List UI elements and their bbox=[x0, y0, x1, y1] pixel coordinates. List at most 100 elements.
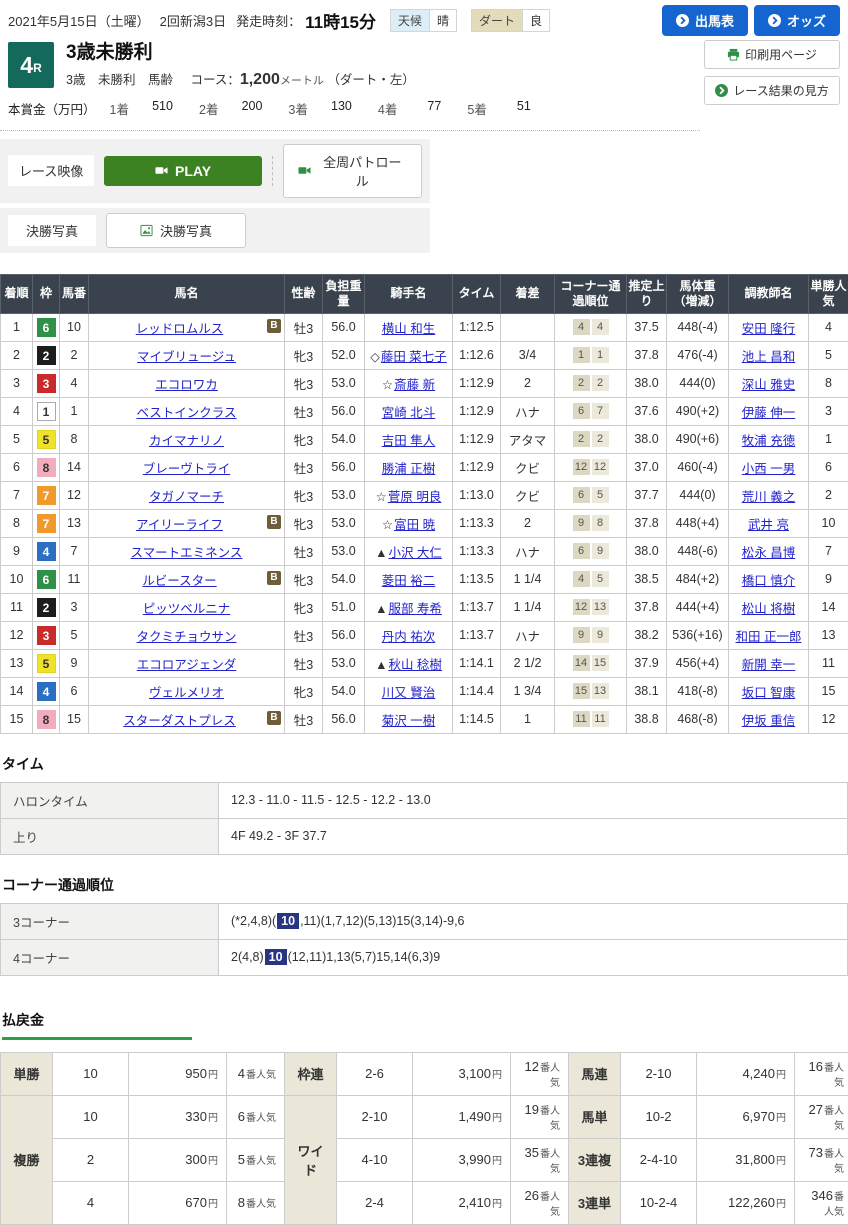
result-guide-button[interactable]: レース結果の見方 bbox=[704, 76, 840, 105]
result-row: 1610Bレッドロムルス牡356.0横山 和生1:12.54437.5448(-… bbox=[1, 313, 848, 341]
payout-popularity-value: 16 bbox=[809, 1059, 823, 1074]
horse-name-link[interactable]: マイブリュージュ bbox=[137, 350, 236, 364]
horse-name-link[interactable]: レッドロムルス bbox=[136, 322, 224, 336]
jockey-cell: ☆菅原 明良 bbox=[365, 481, 453, 509]
corner-3-chip: 4 bbox=[573, 571, 590, 587]
jockey-link[interactable]: 富田 暁 bbox=[394, 518, 435, 532]
horse-name-link[interactable]: アイリーライフ bbox=[136, 518, 223, 532]
payout-popularity: 6番人気 bbox=[227, 1095, 285, 1138]
trainer-link[interactable]: 池上 昌和 bbox=[742, 350, 795, 364]
odds-button[interactable]: オッズ bbox=[754, 5, 840, 36]
popularity-unit: 番人気 bbox=[540, 1106, 560, 1132]
trainer-link[interactable]: 和田 正一郎 bbox=[736, 630, 802, 644]
jockey-link[interactable]: 横山 和生 bbox=[382, 322, 435, 336]
jockey-link[interactable]: 菱田 裕二 bbox=[382, 574, 435, 588]
popularity-unit: 番人気 bbox=[246, 1156, 276, 1167]
bet-type-label: 馬単 bbox=[569, 1095, 621, 1138]
horse-name-link[interactable]: ヴェルメリオ bbox=[149, 686, 224, 700]
jockey-cell: ▲小沢 大仁 bbox=[365, 537, 453, 565]
trainer-link[interactable]: 武井 亮 bbox=[748, 518, 789, 532]
trainer-cell: 新開 幸一 bbox=[729, 649, 809, 677]
trainer-link[interactable]: 牧浦 充徳 bbox=[742, 434, 795, 448]
jockey-link[interactable]: 小沢 大仁 bbox=[388, 546, 441, 560]
corner-3-chip: 2 bbox=[573, 375, 590, 391]
trainer-link[interactable]: 小西 一男 bbox=[742, 462, 795, 476]
payout-popularity-value: 4 bbox=[238, 1066, 245, 1081]
result-row: 334エコロワカ牝353.0☆斎藤 新1:12.922238.0444(0)深山… bbox=[1, 369, 848, 397]
popularity-unit: 番人気 bbox=[824, 1106, 844, 1132]
jockey-link[interactable]: 吉田 隼人 bbox=[382, 434, 435, 448]
col-sex-age: 性齢 bbox=[285, 274, 323, 313]
result-row: 558カイマナリノ牝354.0吉田 隼人1:12.9アタマ2238.0490(+… bbox=[1, 425, 848, 453]
trainer-link[interactable]: 深山 雅史 bbox=[742, 378, 795, 392]
bet-type-label: 枠連 bbox=[285, 1052, 337, 1095]
jockey-link[interactable]: 藤田 菜七子 bbox=[381, 350, 447, 364]
jockey-link[interactable]: 丹内 祐次 bbox=[382, 630, 435, 644]
corner-order-cell: 69 bbox=[555, 537, 627, 565]
payout-row: 複勝10330円6番人気ワイド2-101,490円19番人気馬単10-26,97… bbox=[1, 1095, 848, 1138]
horse-name-link[interactable]: エコロワカ bbox=[155, 378, 218, 392]
photo-icon bbox=[140, 224, 153, 237]
horse-name-link[interactable]: スマートエミネンス bbox=[131, 546, 243, 560]
bracket-cell: 7 bbox=[33, 481, 60, 509]
win-popularity: 13 bbox=[809, 621, 848, 649]
horse-weight: 418(-8) bbox=[667, 677, 729, 705]
shutsuba-button[interactable]: 出馬表 bbox=[662, 5, 748, 36]
jockey-link[interactable]: 服部 寿希 bbox=[388, 602, 441, 616]
payout-popularity-value: 6 bbox=[238, 1109, 245, 1124]
trainer-link[interactable]: 坂口 智康 bbox=[742, 686, 795, 700]
horse-number: 8 bbox=[60, 425, 89, 453]
trainer-link[interactable]: 伊藤 伸一 bbox=[742, 406, 795, 420]
horse-name-link[interactable]: カイマナリノ bbox=[149, 434, 224, 448]
bracket-number: 6 bbox=[37, 570, 56, 589]
trainer-link[interactable]: 松永 昌博 bbox=[742, 546, 795, 560]
bracket-number: 8 bbox=[37, 710, 56, 729]
weight-carried: 56.0 bbox=[323, 621, 365, 649]
horse-name-link[interactable]: ピッツベルニナ bbox=[143, 602, 231, 616]
result-row: 947スマートエミネンス牡353.0▲小沢 大仁1:13.3ハナ6938.044… bbox=[1, 537, 848, 565]
play-button[interactable]: PLAY bbox=[104, 156, 261, 186]
prize-item: 5着51 bbox=[467, 99, 530, 118]
print-page-button[interactable]: 印刷用ページ bbox=[704, 40, 840, 69]
horse-name-link[interactable]: ベストインクラス bbox=[136, 406, 236, 420]
horse-name-link[interactable]: ブレーヴトライ bbox=[143, 462, 231, 476]
jockey-link[interactable]: 秋山 稔樹 bbox=[388, 658, 441, 672]
trainer-link[interactable]: 新開 幸一 bbox=[742, 658, 795, 672]
horse-name-link[interactable]: タクミチョウサン bbox=[136, 630, 236, 644]
payout-popularity: 5番人気 bbox=[227, 1138, 285, 1181]
trainer-link[interactable]: 橋口 慎介 bbox=[742, 574, 795, 588]
course-distance: 1,200 bbox=[240, 71, 280, 88]
jockey-cell: 勝浦 正樹 bbox=[365, 453, 453, 481]
col-jockey: 騎手名 bbox=[365, 274, 453, 313]
payout-combination: 2-4 bbox=[337, 1181, 413, 1224]
finish-position: 7 bbox=[1, 481, 33, 509]
jockey-cell: ▲秋山 稔樹 bbox=[365, 649, 453, 677]
jockey-link[interactable]: 川又 賢治 bbox=[382, 686, 435, 700]
horse-name-link[interactable]: タガノマーチ bbox=[149, 490, 224, 504]
horse-weight: 456(+4) bbox=[667, 649, 729, 677]
finish-position: 4 bbox=[1, 397, 33, 425]
win-popularity: 9 bbox=[809, 565, 848, 593]
jockey-link[interactable]: 勝浦 正樹 bbox=[382, 462, 435, 476]
jockey-link[interactable]: 宮崎 北斗 bbox=[382, 406, 435, 420]
horse-name-link[interactable]: スターダストプレス bbox=[123, 714, 236, 728]
patrol-video-button[interactable]: 全周パトロール bbox=[283, 144, 422, 198]
trainer-link[interactable]: 松山 将樹 bbox=[742, 602, 795, 616]
weight-carried: 53.0 bbox=[323, 649, 365, 677]
horse-name-link[interactable]: ルビースター bbox=[142, 574, 216, 588]
finish-photo-label: 決勝写真 bbox=[8, 215, 96, 246]
bracket-cell: 6 bbox=[33, 313, 60, 341]
race-date: 2021年5月15日（土曜） bbox=[8, 11, 150, 30]
trainer-link[interactable]: 荒川 義之 bbox=[742, 490, 795, 504]
jockey-cell: 菱田 裕二 bbox=[365, 565, 453, 593]
payout-combination: 2-10 bbox=[337, 1095, 413, 1138]
apprentice-mark: ▲ bbox=[375, 658, 387, 672]
trainer-link[interactable]: 伊坂 重信 bbox=[742, 714, 795, 728]
jockey-link[interactable]: 斎藤 新 bbox=[394, 378, 435, 392]
horse-name-link[interactable]: エコロアジェンダ bbox=[137, 658, 237, 672]
jockey-link[interactable]: 菊沢 一樹 bbox=[382, 714, 435, 728]
payout-amount-value: 3,100 bbox=[458, 1066, 491, 1081]
finish-photo-button[interactable]: 決勝写真 bbox=[106, 213, 246, 248]
trainer-link[interactable]: 安田 隆行 bbox=[742, 322, 795, 336]
jockey-link[interactable]: 菅原 明良 bbox=[388, 490, 441, 504]
